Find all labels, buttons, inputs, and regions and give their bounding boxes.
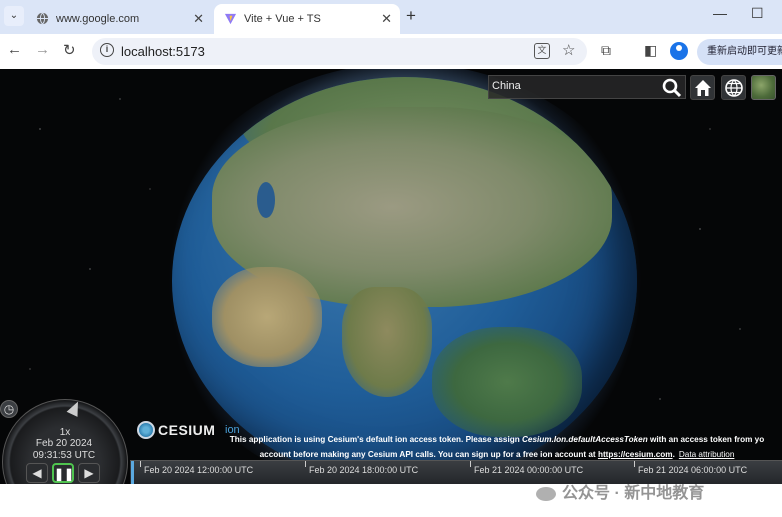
extensions-icon[interactable]: ⧉ [601,42,611,59]
timeline-tick [470,461,471,467]
timeline-tick [305,461,306,467]
tab-google[interactable]: www.google.com ✕ [26,4,212,34]
timeline-label: Feb 21 2024 06:00:00 UTC [638,465,748,475]
timeline-tick [634,461,635,467]
animation-widget[interactable]: ◷ 1x Feb 20 2024 09:31:53 UTC ◀ ❚❚ ▶ [0,397,130,484]
translate-icon[interactable]: 文 [534,43,550,59]
search-icon[interactable] [661,77,683,99]
credit-line-1-end: with an access token from yo [647,435,765,444]
address-bar[interactable]: i localhost:5173 文 ☆ [92,38,587,65]
imagery-picker-icon[interactable] [751,75,776,100]
browser-toolbar: ← → ↻ i localhost:5173 文 ☆ ⧉ ◧ 重新启动即可更新 [0,34,782,69]
cesium-link[interactable]: https://cesium.com [598,450,673,459]
tab-vite[interactable]: Vite + Vue + TS ✕ [214,4,400,34]
cesium-viewer[interactable]: China ◷ 1x Feb 20 2024 09:31:53 UTC ◀ ❚❚… [0,69,782,484]
tab-search-button[interactable]: ⌄ [4,6,24,26]
tab-strip: ⌄ www.google.com ✕ Vite + Vue + TS ✕ + —… [0,0,782,34]
forward-icon[interactable]: → [35,41,50,58]
data-attribution-link[interactable]: Data attribution [679,450,735,459]
credit-line-1-start: This application is using Cesium's defau… [229,435,523,444]
timeline-label: Feb 20 2024 18:00:00 UTC [309,465,419,475]
tab-title: Vite + Vue + TS [244,13,321,25]
watermark-text: 公众号 · 新中地教育 [562,485,705,502]
side-panel-icon[interactable]: ◧ [644,42,657,59]
reload-icon[interactable]: ↻ [63,41,76,59]
credit-line-2-end: . [672,450,675,459]
credit-line-1: This application is using Cesium's defau… [212,432,782,447]
close-tab-icon[interactable]: ✕ [193,11,204,27]
credit-line-2-start: account before making any Cesium API cal… [259,450,598,459]
home-icon [695,80,711,96]
credit-message: This application is using Cesium's defau… [212,432,782,462]
scene-mode-button[interactable] [721,75,746,100]
wechat-icon [536,486,556,501]
profile-avatar-icon[interactable] [670,42,688,60]
land-arabia [212,267,322,367]
timeline-label: Feb 20 2024 12:00:00 UTC [144,465,254,475]
bookmark-star-icon[interactable]: ☆ [562,41,575,59]
pause-button[interactable]: ❚❚ [52,463,74,483]
globe[interactable] [172,77,637,484]
vite-logo-icon [224,13,237,25]
close-tab-icon[interactable]: ✕ [381,11,392,27]
timeline-tick [140,461,141,467]
cesium-logo-word: CESIUM [158,422,216,438]
globe-icon [725,79,743,97]
maximize-icon[interactable]: ☐ [751,5,764,22]
home-button[interactable] [690,75,715,100]
animation-speed: 1x [59,427,71,438]
minimize-icon[interactable]: — [713,5,727,21]
play-reverse-button[interactable]: ◀ [26,463,48,483]
credit-code: Cesium.Ion.defaultAccessToken [522,435,648,444]
caspian-sea [257,182,275,218]
globe-icon [36,12,49,25]
timeline-needle[interactable] [131,461,134,484]
cesium-logo-icon [137,421,155,439]
animation-time: 09:31:53 UTC [32,450,96,461]
timeline-label: Feb 21 2024 00:00:00 UTC [474,465,584,475]
geocoder[interactable]: China [488,75,686,99]
play-forward-button[interactable]: ▶ [78,463,100,483]
url-text[interactable]: localhost:5173 [121,44,205,59]
land-india [342,287,432,397]
wechat-watermark: 公众号 · 新中地教育 [536,479,704,503]
land-southeast-asia [432,327,582,437]
animation-date: Feb 20 2024 [35,438,93,449]
site-info-icon[interactable]: i [100,43,114,57]
tab-title: www.google.com [56,13,140,25]
update-button[interactable]: 重新启动即可更新 [697,39,782,65]
clock-icon[interactable]: ◷ [0,400,18,418]
back-icon[interactable]: ← [7,41,22,58]
new-tab-button[interactable]: + [406,6,416,26]
geocoder-input[interactable]: China [492,80,521,92]
